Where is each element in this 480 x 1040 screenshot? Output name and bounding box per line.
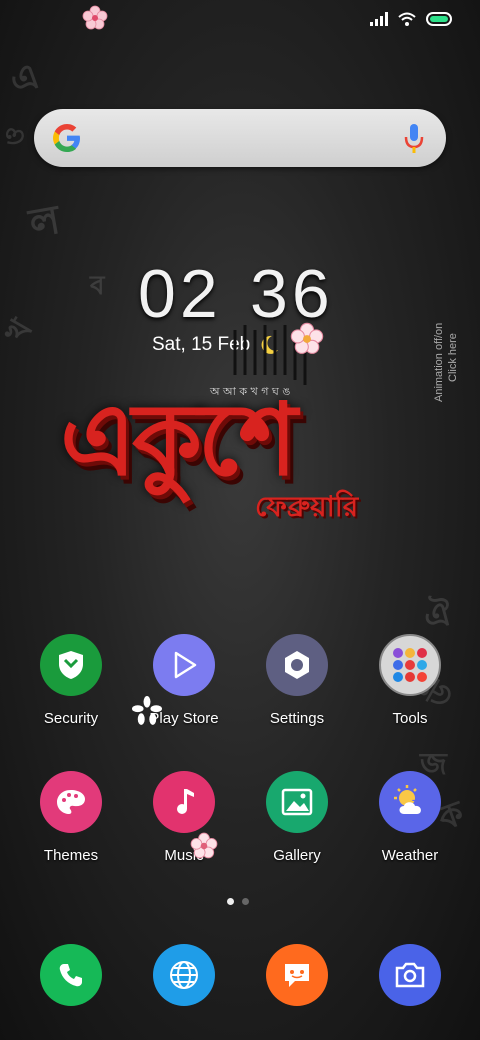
animation-click-text: Click here [447, 333, 459, 382]
cherry-blossom-icon [132, 696, 162, 725]
ekushe-artwork: অ আ ক খ গ ঘ ঙ একুশে ফেব্রুয়ারি [50, 322, 430, 525]
app-label: Weather [381, 847, 439, 864]
message-icon [285, 964, 309, 987]
february-subtitle: ফেব্রুয়ারি [255, 490, 359, 523]
page-dot-active[interactable] [227, 898, 234, 905]
app-label: Gallery [273, 847, 321, 864]
decorative-letter: এ [4, 55, 45, 104]
decorative-letter: খ [0, 312, 41, 350]
app-label: Tools [392, 710, 428, 727]
battery-icon [426, 12, 452, 26]
clock-widget[interactable]: 02 36 [138, 255, 338, 332]
app-themes[interactable]: Themes [16, 771, 126, 864]
sun-cloud-icon: -4 [379, 771, 441, 833]
camera-icon [395, 962, 425, 988]
app-security[interactable]: Security [16, 634, 126, 727]
decorative-letter: ল [25, 196, 64, 248]
wifi-icon [398, 12, 416, 26]
animation-toggle[interactable]: Animation off/on Click here [430, 320, 470, 410]
dock-browser[interactable] [153, 944, 215, 1006]
shield-icon [40, 634, 102, 696]
weather-temp: -4 [412, 795, 420, 805]
dock-phone[interactable] [40, 944, 102, 1006]
app-music[interactable]: Music [129, 771, 239, 864]
play-icon [153, 634, 215, 696]
animation-toggle-text: Animation off/on [433, 323, 445, 402]
page-indicator [227, 898, 249, 905]
app-weather[interactable]: -4 Weather [355, 771, 465, 864]
mic-icon[interactable] [404, 123, 424, 155]
image-icon [266, 771, 328, 833]
dock-messages[interactable] [266, 944, 328, 1006]
gear-icon [266, 634, 328, 696]
cherry-blossom-icon [190, 832, 218, 859]
cherry-blossom-icon [290, 322, 324, 354]
app-gallery[interactable]: Gallery [242, 771, 352, 864]
page-dot[interactable] [242, 898, 249, 905]
app-label: Music [164, 847, 204, 864]
status-bar [0, 0, 480, 44]
ekushe-title: একুশে [60, 381, 297, 498]
google-g-icon [53, 124, 80, 152]
cherry-blossom-icon [82, 5, 108, 30]
app-settings[interactable]: Settings [242, 634, 352, 727]
clock-hours: 02 [138, 256, 222, 332]
dock-camera[interactable] [379, 944, 441, 1006]
app-tools-folder[interactable]: Tools [355, 634, 465, 727]
app-label: Themes [43, 847, 99, 864]
phone-icon [59, 964, 82, 987]
google-search-bar[interactable] [34, 109, 446, 167]
folder-icon [379, 634, 441, 696]
app-label: Security [43, 710, 99, 727]
signal-icon [370, 12, 388, 26]
globe-icon [170, 961, 198, 989]
palette-icon [40, 771, 102, 833]
decorative-letter: ব [90, 271, 105, 301]
music-note-icon [153, 771, 215, 833]
app-label: Settings [269, 710, 325, 727]
